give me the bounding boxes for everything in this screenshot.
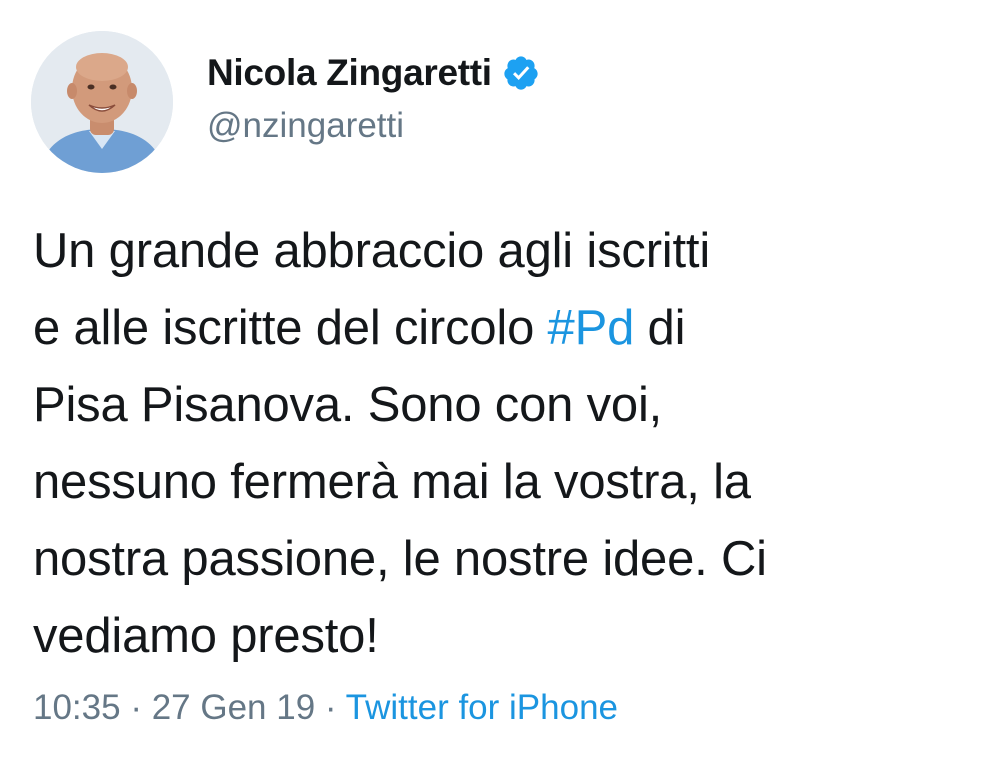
tweet-date[interactable]: 27 Gen 19 [152, 688, 315, 727]
tweet-text-line: e alle iscritte del circolo #Pd di [33, 290, 953, 367]
tweet-text-line: Pisa Pisanova. Sono con voi, [33, 367, 953, 444]
meta-separator: · [120, 688, 152, 727]
author-display-name[interactable]: Nicola Zingaretti [207, 52, 492, 94]
tweet-time[interactable]: 10:35 [33, 688, 121, 727]
tweet-source-link[interactable]: Twitter for iPhone [346, 688, 618, 727]
meta-separator: · [315, 688, 346, 727]
tweet-text-line: nostra passione, le nostre idee. Ci [33, 521, 953, 598]
tweet-text: Un grande abbraccio agli iscritti e alle… [33, 213, 953, 675]
author-name-row: Nicola Zingaretti [207, 48, 540, 98]
author-handle[interactable]: @nzingaretti [207, 106, 540, 146]
author-avatar[interactable] [31, 31, 173, 173]
tweet-text-segment: nessuno fermerà mai la vostra, la [33, 455, 751, 509]
tweet-metadata: 10:35 · 27 Gen 19 · Twitter for iPhone [33, 688, 618, 728]
tweet-text-segment: vediamo presto! [33, 609, 379, 663]
tweet-text-segment: nostra passione, le nostre idee. Ci [33, 532, 767, 586]
tweet-text-line: Un grande abbraccio agli iscritti [33, 213, 953, 290]
hashtag-link[interactable]: #Pd [548, 301, 635, 355]
tweet-text-line: vediamo presto! [33, 598, 953, 675]
tweet[interactable]: Nicola Zingaretti @nzingaretti Un grande… [0, 0, 988, 766]
verified-badge-icon [502, 54, 540, 92]
tweet-text-segment: e alle iscritte del circolo [33, 301, 548, 355]
tweet-text-line: nessuno fermerà mai la vostra, la [33, 444, 953, 521]
author-info[interactable]: Nicola Zingaretti @nzingaretti [207, 48, 540, 146]
avatar-photo-icon [31, 31, 173, 173]
tweet-text-segment: Pisa Pisanova. Sono con voi, [33, 378, 663, 432]
tweet-text-segment: Un grande abbraccio agli iscritti [33, 224, 711, 278]
tweet-text-segment: di [634, 301, 686, 355]
